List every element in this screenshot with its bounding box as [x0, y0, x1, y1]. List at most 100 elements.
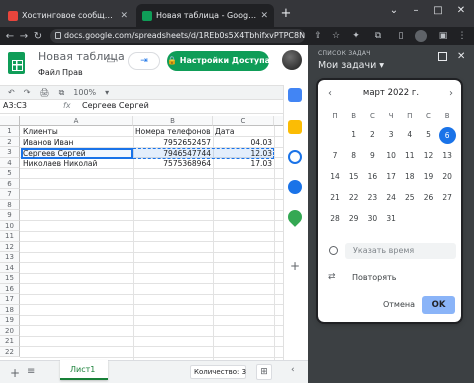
- row-header[interactable]: 7: [0, 189, 20, 200]
- sheet-tab[interactable]: Лист1: [60, 360, 108, 380]
- row-header[interactable]: 11: [0, 231, 20, 242]
- extensions-puzzle-icon[interactable]: ⧉: [372, 30, 384, 42]
- row-header[interactable]: 9: [0, 210, 20, 221]
- calendar-day[interactable]: 3: [382, 127, 400, 143]
- add-sheet-button[interactable]: +: [10, 366, 20, 380]
- extension-icon[interactable]: ✦: [350, 30, 362, 42]
- cell-c2[interactable]: 04.03: [213, 138, 274, 148]
- close-tab-icon[interactable]: ✕: [120, 11, 128, 21]
- minimize-button[interactable]: –: [406, 3, 426, 19]
- present-button[interactable]: ⇥: [128, 52, 160, 70]
- calendar-day[interactable]: 2: [363, 127, 381, 143]
- row-header[interactable]: 8: [0, 199, 20, 210]
- row-header[interactable]: 5: [0, 168, 20, 179]
- all-sheets-icon[interactable]: ≡: [27, 366, 35, 377]
- row-header[interactable]: 15: [0, 273, 20, 284]
- calendar-day[interactable]: 10: [382, 148, 400, 164]
- browser-tab-sheets[interactable]: Новая таблица - Google Табли ✕: [136, 4, 274, 27]
- calendar-day[interactable]: 9: [363, 148, 381, 164]
- chevron-down-icon[interactable]: ▾: [105, 88, 109, 97]
- url-input[interactable]: docs.google.com/spreadsheets/d/1REb0s5X4…: [50, 29, 305, 43]
- print-icon[interactable]: 🖨: [39, 88, 49, 97]
- keep-icon[interactable]: [288, 120, 302, 134]
- row-header[interactable]: 17: [0, 294, 20, 305]
- row-header[interactable]: 6: [0, 178, 20, 189]
- prev-month-button[interactable]: ‹: [328, 88, 332, 99]
- bookmark-star-icon[interactable]: ☆: [330, 30, 342, 42]
- cell-b3[interactable]: 7946547744: [133, 149, 213, 159]
- maximize-button[interactable]: □: [428, 3, 448, 19]
- cell-c4[interactable]: 17.03: [213, 159, 274, 169]
- calendar-day[interactable]: 4: [401, 127, 419, 143]
- back-button[interactable]: ←: [3, 31, 17, 42]
- cell-b2[interactable]: 7952652457: [133, 138, 213, 148]
- calendar-day[interactable]: 13: [438, 148, 456, 164]
- calendar-day[interactable]: 18: [401, 169, 419, 185]
- calendar-day[interactable]: 5: [420, 127, 438, 143]
- row-header[interactable]: 14: [0, 262, 20, 273]
- calendar-day[interactable]: 22: [345, 190, 363, 206]
- row-header[interactable]: 22: [0, 346, 20, 357]
- row-header[interactable]: 21: [0, 336, 20, 347]
- calendar-day[interactable]: 24: [382, 190, 400, 206]
- calendar-day[interactable]: 27: [438, 190, 456, 206]
- formula-input[interactable]: Сергеев Сергей: [82, 101, 149, 110]
- row-header[interactable]: 12: [0, 241, 20, 252]
- calendar-day[interactable]: 17: [382, 169, 400, 185]
- tasks-icon[interactable]: [288, 150, 302, 164]
- cell-a1[interactable]: Клиенты: [21, 127, 133, 137]
- undo-icon[interactable]: ↶: [8, 88, 15, 97]
- row-header[interactable]: 19: [0, 315, 20, 326]
- calendar-icon[interactable]: [288, 88, 302, 102]
- calendar-day[interactable]: 19: [420, 169, 438, 185]
- cell-c3[interactable]: 12.03: [213, 149, 274, 159]
- close-tab-icon[interactable]: ✕: [260, 11, 268, 21]
- share-button[interactable]: 🔒 Настройки Доступа: [167, 51, 270, 71]
- comments-icon[interactable]: ▭: [100, 52, 122, 70]
- calendar-day[interactable]: 8: [345, 148, 363, 164]
- contacts-icon[interactable]: [288, 180, 302, 194]
- menu-file[interactable]: Файл: [38, 68, 60, 77]
- select-all-corner[interactable]: [0, 116, 20, 126]
- sidebar-icon[interactable]: ▯: [395, 30, 407, 42]
- selection-count[interactable]: Количество: 3: [190, 365, 246, 379]
- row-header[interactable]: 2: [0, 136, 20, 147]
- collapse-icon[interactable]: ‹: [291, 365, 295, 375]
- calendar-day[interactable]: 14: [326, 169, 344, 185]
- calendar-day[interactable]: 29: [345, 211, 363, 227]
- row-header[interactable]: 1: [0, 126, 20, 137]
- column-header[interactable]: C: [213, 116, 274, 126]
- paint-format-icon[interactable]: ⧉: [59, 88, 65, 98]
- menu-edit[interactable]: Прав: [62, 68, 83, 77]
- calendar-day[interactable]: 7: [326, 148, 344, 164]
- cell-a4[interactable]: Николаев Николай: [21, 159, 133, 169]
- new-tab-button[interactable]: +: [278, 6, 294, 22]
- calendar-day[interactable]: 23: [363, 190, 381, 206]
- sheets-logo-icon[interactable]: [8, 52, 25, 74]
- tasks-list-dropdown[interactable]: Мои задачи ▾: [318, 60, 384, 71]
- browser-menu-icon[interactable]: ⋮: [456, 30, 468, 42]
- row-header[interactable]: 13: [0, 252, 20, 263]
- calendar-day[interactable]: 11: [401, 148, 419, 164]
- row-header[interactable]: 4: [0, 157, 20, 168]
- redo-icon[interactable]: ↷: [24, 88, 31, 97]
- calendar-day[interactable]: 20: [438, 169, 456, 185]
- calendar-day[interactable]: 30: [363, 211, 381, 227]
- forward-button[interactable]: →: [17, 31, 31, 42]
- extension-badge-icon[interactable]: ▣: [437, 30, 449, 42]
- cell-a3[interactable]: Сергеев Сергей: [21, 149, 133, 159]
- calendar-day[interactable]: 16: [363, 169, 381, 185]
- row-header[interactable]: 3: [0, 147, 20, 158]
- column-header[interactable]: A: [20, 116, 133, 126]
- cell-c1[interactable]: Дата: [213, 127, 274, 137]
- get-addons-icon[interactable]: +: [290, 259, 300, 273]
- calendar-day[interactable]: 15: [345, 169, 363, 185]
- profile-avatar-icon[interactable]: [415, 30, 427, 42]
- calendar-day[interactable]: 6: [438, 127, 456, 144]
- repeat-option[interactable]: Повторять: [352, 273, 396, 282]
- open-in-new-icon[interactable]: [438, 52, 447, 61]
- explore-icon[interactable]: ⊞: [256, 364, 272, 380]
- tab-search-icon[interactable]: ⌄: [384, 3, 404, 19]
- reload-button[interactable]: ↻: [31, 31, 45, 42]
- row-header[interactable]: 20: [0, 325, 20, 336]
